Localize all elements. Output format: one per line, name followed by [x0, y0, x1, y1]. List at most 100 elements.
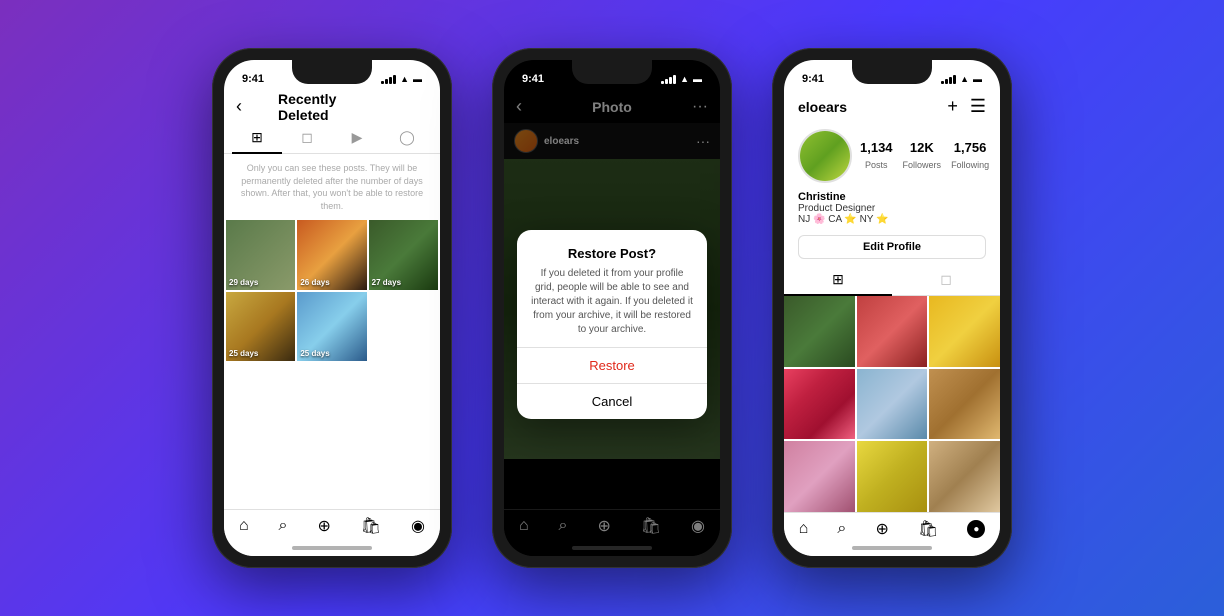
- profile-bio: Christine Product Designer NJ 🌸 CA ⭐ NY …: [784, 189, 1000, 231]
- empty-slot: [369, 292, 438, 361]
- followers-label: Followers: [903, 160, 942, 170]
- battery-icon-3: ▬: [973, 74, 982, 84]
- nav-add-1[interactable]: ⊕: [317, 516, 330, 536]
- profile-photo-3[interactable]: [929, 296, 1000, 367]
- notch: [292, 60, 372, 84]
- profile-screen: eloears + ☰ 1,134 Posts 12K F: [784, 92, 1000, 556]
- tab-tagged-profile[interactable]: ◻: [892, 265, 1000, 295]
- profile-header-actions: + ☰: [947, 96, 986, 117]
- photo-view-screen: ‹ Photo ··· eloears ··· Restore Post? If…: [504, 92, 720, 556]
- notice-text: Only you can see these posts. They will …: [224, 154, 440, 220]
- status-time-1: 9:41: [242, 73, 264, 85]
- filter-tabs: ⊞ ◻ ▶ ◯: [224, 123, 440, 154]
- following-label: Following: [951, 160, 989, 170]
- photo-grid-row1: 29 days 26 days 27 days: [224, 220, 440, 289]
- profile-photo-grid: [784, 296, 1000, 512]
- deleted-photo-1[interactable]: 29 days: [226, 220, 295, 289]
- profile-username: eloears: [798, 99, 847, 115]
- profile-location: NJ 🌸 CA ⭐ NY ⭐: [798, 214, 986, 225]
- profile-avatar[interactable]: [798, 129, 852, 183]
- status-time-3: 9:41: [802, 73, 824, 85]
- status-icons-1: ▲ ▬: [381, 74, 422, 84]
- status-icons-3: ▲ ▬: [941, 74, 982, 84]
- followers-count[interactable]: 12K Followers: [903, 140, 942, 173]
- profile-job: Product Designer: [798, 203, 986, 214]
- phone-restore-dialog: 9:41 ▲ ▬ ‹ Photo ··· eloears: [492, 48, 732, 568]
- tab-archive[interactable]: ◻: [282, 123, 332, 153]
- nav-search-1[interactable]: ⌕: [279, 517, 288, 535]
- photo-grid-row2: 25 days 25 days: [224, 290, 440, 361]
- days-label-3: 27 days: [372, 278, 401, 287]
- back-button[interactable]: ‹: [236, 96, 242, 117]
- signal-icon-2: [661, 74, 676, 84]
- wifi-icon-3: ▲: [960, 74, 969, 84]
- profile-header: eloears + ☰: [784, 92, 1000, 123]
- status-icons-2: ▲ ▬: [661, 74, 702, 84]
- home-indicator-3: [852, 546, 932, 550]
- dialog-overlay: Restore Post? If you deleted it from you…: [504, 92, 720, 556]
- profile-photo-7[interactable]: [784, 441, 855, 512]
- posts-count[interactable]: 1,134 Posts: [860, 140, 893, 173]
- stats-counts: 1,134 Posts 12K Followers 1,756 Followin…: [860, 140, 989, 173]
- battery-icon: ▬: [413, 74, 422, 84]
- days-label-4: 25 days: [229, 349, 258, 358]
- notch-2: [572, 60, 652, 84]
- add-content-button[interactable]: +: [947, 96, 958, 117]
- cancel-button[interactable]: Cancel: [517, 384, 707, 419]
- days-label-5: 25 days: [300, 349, 329, 358]
- restore-button[interactable]: Restore: [517, 348, 707, 383]
- profile-photo-2[interactable]: [857, 296, 928, 367]
- deleted-photo-5[interactable]: 25 days: [297, 292, 366, 361]
- nav-add-3[interactable]: ⊕: [875, 519, 888, 539]
- phone-recently-deleted: 9:41 ▲ ▬ ‹ Recently Deleted ⊞ ◻ ▶: [212, 48, 452, 568]
- tab-grid-profile[interactable]: ⊞: [784, 265, 892, 296]
- battery-icon-2: ▬: [693, 74, 702, 84]
- signal-icon: [381, 74, 396, 84]
- followers-number: 12K: [903, 140, 942, 155]
- tab-grid[interactable]: ⊞: [232, 123, 282, 154]
- nav-profile-3[interactable]: ●: [967, 520, 985, 538]
- status-time-2: 9:41: [522, 73, 544, 85]
- profile-content-tabs: ⊞ ◻: [784, 265, 1000, 296]
- following-number: 1,756: [951, 140, 989, 155]
- dialog-content: Restore Post? If you deleted it from you…: [517, 230, 707, 347]
- posts-number: 1,134: [860, 140, 893, 155]
- dialog-body-text: If you deleted it from your profile grid…: [531, 267, 693, 337]
- profile-photo-9[interactable]: [929, 441, 1000, 512]
- tab-tagged[interactable]: ◯: [382, 123, 432, 153]
- notch-3: [852, 60, 932, 84]
- profile-photo-8[interactable]: [857, 441, 928, 512]
- menu-button[interactable]: ☰: [970, 96, 986, 117]
- profile-photo-4[interactable]: [784, 369, 855, 440]
- profile-photo-6[interactable]: [929, 369, 1000, 440]
- home-indicator-1: [292, 546, 372, 550]
- nav-home-1[interactable]: ⌂: [239, 517, 249, 535]
- phone-profile: 9:41 ▲ ▬ eloears + ☰: [772, 48, 1012, 568]
- dialog-title: Restore Post?: [531, 246, 693, 261]
- deleted-photo-4[interactable]: 25 days: [226, 292, 295, 361]
- deleted-photo-3[interactable]: 27 days: [369, 220, 438, 289]
- nav-shop-1[interactable]: 🛍: [361, 516, 381, 536]
- nav-shop-3[interactable]: 🛍: [918, 519, 938, 539]
- restore-dialog: Restore Post? If you deleted it from you…: [517, 230, 707, 419]
- nav-home-3[interactable]: ⌂: [799, 520, 809, 538]
- nav-profile-1[interactable]: ◉: [411, 516, 425, 536]
- following-count[interactable]: 1,756 Following: [951, 140, 989, 173]
- days-label-1: 29 days: [229, 278, 258, 287]
- nav-search-3[interactable]: ⌕: [837, 520, 846, 538]
- profile-photo-5[interactable]: [857, 369, 928, 440]
- header-bar: ‹ Recently Deleted: [224, 92, 440, 123]
- avatar-image: [800, 131, 850, 181]
- signal-icon-3: [941, 74, 956, 84]
- wifi-icon: ▲: [400, 74, 409, 84]
- profile-stats: 1,134 Posts 12K Followers 1,756 Followin…: [784, 123, 1000, 189]
- tab-reels[interactable]: ▶: [332, 123, 382, 153]
- page-title: Recently Deleted: [278, 91, 386, 123]
- profile-name: Christine: [798, 191, 986, 203]
- wifi-icon-2: ▲: [680, 74, 689, 84]
- recently-deleted-screen: ‹ Recently Deleted ⊞ ◻ ▶ ◯ Only you can …: [224, 92, 440, 556]
- edit-profile-button[interactable]: Edit Profile: [798, 235, 986, 259]
- posts-label: Posts: [865, 160, 888, 170]
- profile-photo-1[interactable]: [784, 296, 855, 367]
- deleted-photo-2[interactable]: 26 days: [297, 220, 366, 289]
